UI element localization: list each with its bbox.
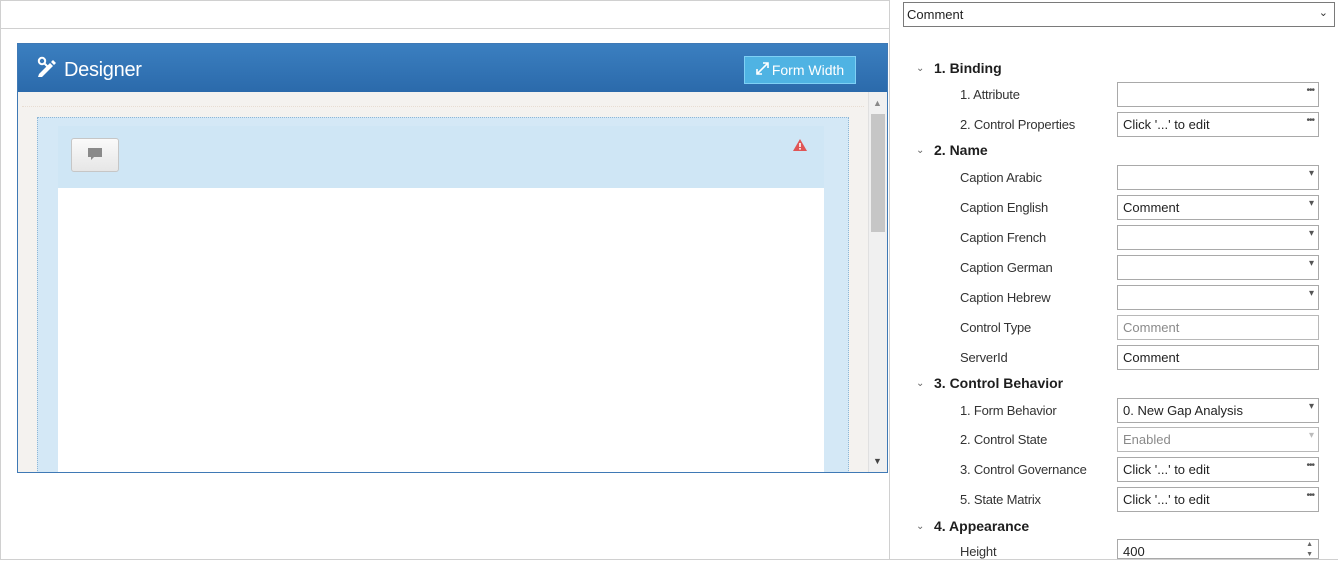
prop-label-caption-french: Caption French bbox=[960, 230, 1047, 245]
speech-bubble-icon bbox=[87, 147, 103, 164]
prop-label-control-governance: 3. Control Governance bbox=[960, 462, 1087, 477]
dropdown-arrow-icon[interactable]: ▾ bbox=[1309, 258, 1314, 269]
prop-label-caption-english: Caption English bbox=[960, 200, 1049, 215]
designer-title: Designer bbox=[36, 56, 142, 84]
caption-english-value: Comment bbox=[1123, 200, 1180, 215]
control-state-field: Enabled ▾ bbox=[1117, 427, 1319, 452]
form-behavior-field[interactable]: 0. New Gap Analysis ▾ bbox=[1117, 398, 1319, 423]
ellipsis-icon[interactable]: ••• bbox=[1306, 490, 1314, 501]
control-type-value: Comment bbox=[1123, 320, 1180, 335]
form-width-label: Form Width bbox=[771, 62, 845, 78]
section-appearance[interactable]: ⌄ 4. Appearance bbox=[916, 518, 1029, 534]
pencil-wrench-icon bbox=[36, 56, 58, 84]
section-control-behavior[interactable]: ⌄ 3. Control Behavior bbox=[916, 375, 1063, 391]
scroll-down-arrow-icon[interactable]: ▼ bbox=[873, 456, 882, 466]
section-label: 1. Binding bbox=[934, 60, 1002, 76]
scroll-up-arrow-icon[interactable]: ▲ bbox=[873, 98, 882, 108]
section-label: 3. Control Behavior bbox=[934, 375, 1064, 391]
form-body bbox=[58, 188, 824, 472]
height-value: 400 bbox=[1123, 544, 1145, 559]
prop-label-height: Height bbox=[960, 544, 997, 559]
ellipsis-icon[interactable]: ••• bbox=[1306, 85, 1314, 96]
prop-label-state-matrix: 5. State Matrix bbox=[960, 492, 1041, 507]
comment-control[interactable] bbox=[71, 138, 119, 172]
prop-label-server-id: ServerId bbox=[960, 350, 1008, 365]
section-label: 2. Name bbox=[934, 142, 988, 158]
collapse-chevron-icon: ⌄ bbox=[916, 520, 925, 532]
prop-label-control-state: 2. Control State bbox=[960, 432, 1048, 447]
spinner-arrows-icon[interactable]: ▲ ▼ bbox=[1306, 540, 1313, 560]
section-name[interactable]: ⌄ 2. Name bbox=[916, 142, 988, 158]
prop-label-form-behavior: 1. Form Behavior bbox=[960, 403, 1057, 418]
ellipsis-icon[interactable]: ••• bbox=[1306, 460, 1314, 471]
collapse-chevron-icon: ⌄ bbox=[916, 62, 925, 74]
attribute-field[interactable]: ••• bbox=[1117, 82, 1319, 107]
control-governance-field[interactable]: Click '...' to edit ••• bbox=[1117, 457, 1319, 482]
server-id-field[interactable]: Comment bbox=[1117, 345, 1319, 370]
prop-label-attribute: 1. Attribute bbox=[960, 87, 1020, 102]
dropdown-arrow-icon: ▾ bbox=[1308, 430, 1314, 441]
toolbar-divider bbox=[0, 28, 889, 29]
element-selector[interactable]: Comment ⌄ bbox=[903, 2, 1335, 27]
control-properties-value: Click '...' to edit bbox=[1123, 117, 1210, 132]
ruler-divider bbox=[22, 98, 864, 107]
designer-panel: Designer Form Width ▲ ▼ bbox=[17, 43, 888, 473]
designer-workspace bbox=[18, 92, 868, 472]
caption-french-field[interactable]: ▾ bbox=[1117, 225, 1319, 250]
control-state-value: Enabled bbox=[1123, 432, 1171, 447]
server-id-value: Comment bbox=[1123, 350, 1180, 365]
caption-hebrew-field[interactable]: ▾ bbox=[1117, 285, 1319, 310]
scroll-thumb[interactable] bbox=[871, 114, 885, 232]
properties-pane: Comment ⌄ ⌄ 1. Binding 1. Attribute ••• … bbox=[889, 0, 1338, 560]
control-properties-field[interactable]: Click '...' to edit ••• bbox=[1117, 112, 1319, 137]
dropdown-arrow-icon[interactable]: ▾ bbox=[1309, 198, 1314, 209]
resize-arrows-icon bbox=[756, 62, 769, 78]
prop-label-control-type: Control Type bbox=[960, 320, 1032, 335]
section-label: 4. Appearance bbox=[934, 518, 1030, 534]
section-binding[interactable]: ⌄ 1. Binding bbox=[916, 60, 1002, 76]
caption-english-field[interactable]: Comment ▾ bbox=[1117, 195, 1319, 220]
prop-label-caption-hebrew: Caption Hebrew bbox=[960, 290, 1051, 305]
element-selector-value: Comment bbox=[907, 7, 964, 22]
form-canvas[interactable] bbox=[37, 117, 849, 472]
control-row bbox=[58, 126, 824, 189]
height-field[interactable]: 400 ▲ ▼ bbox=[1117, 539, 1319, 559]
state-matrix-field[interactable]: Click '...' to edit ••• bbox=[1117, 487, 1319, 512]
ellipsis-icon[interactable]: ••• bbox=[1306, 115, 1314, 126]
dropdown-arrow-icon[interactable]: ▾ bbox=[1309, 288, 1314, 299]
chevron-down-icon: ⌄ bbox=[1318, 7, 1328, 19]
form-width-button[interactable]: Form Width bbox=[744, 56, 856, 84]
form-behavior-value: 0. New Gap Analysis bbox=[1123, 403, 1243, 418]
caption-arabic-field[interactable]: ▾ bbox=[1117, 165, 1319, 190]
collapse-chevron-icon: ⌄ bbox=[916, 144, 925, 156]
caption-german-field[interactable]: ▾ bbox=[1117, 255, 1319, 280]
prop-label-caption-arabic: Caption Arabic bbox=[960, 170, 1042, 185]
designer-header: Designer Form Width bbox=[18, 44, 887, 92]
collapse-chevron-icon: ⌄ bbox=[916, 377, 925, 389]
prop-label-caption-german: Caption German bbox=[960, 260, 1053, 275]
dropdown-arrow-icon[interactable]: ▾ bbox=[1309, 168, 1314, 179]
designer-scrollbar[interactable]: ▲ ▼ bbox=[868, 92, 887, 472]
dropdown-arrow-icon[interactable]: ▾ bbox=[1309, 228, 1314, 239]
control-type-field: Comment bbox=[1117, 315, 1319, 340]
designer-title-label: Designer bbox=[64, 58, 142, 81]
warning-triangle-icon[interactable] bbox=[792, 138, 808, 155]
prop-label-control-properties: 2. Control Properties bbox=[960, 117, 1076, 132]
dropdown-arrow-icon[interactable]: ▾ bbox=[1309, 401, 1314, 412]
state-matrix-value: Click '...' to edit bbox=[1123, 492, 1210, 507]
control-governance-value: Click '...' to edit bbox=[1123, 462, 1210, 477]
